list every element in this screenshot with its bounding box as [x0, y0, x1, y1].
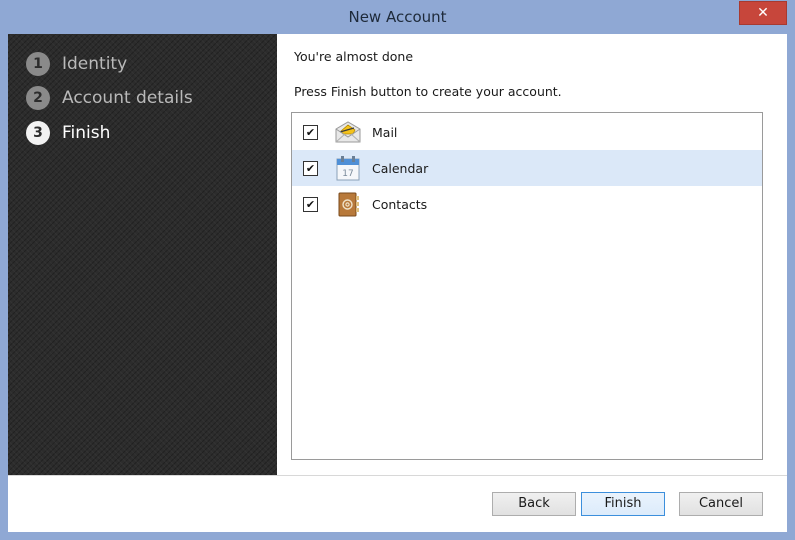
account-features-list[interactable]: ✔ Mail ✔ 17 Calendar ✔ Contacts	[291, 112, 763, 460]
title-bar: New Account	[0, 0, 795, 34]
contacts-icon	[334, 190, 362, 218]
step-label: Finish	[62, 123, 111, 143]
calendar-icon: 17	[334, 154, 362, 182]
calendar-day-text: 17	[342, 169, 353, 179]
step-account-details: 2 Account details	[26, 85, 193, 111]
step-identity: 1 Identity	[26, 51, 127, 77]
step-number: 1	[26, 52, 50, 76]
step-number: 2	[26, 86, 50, 110]
finish-button[interactable]: Finish	[581, 492, 665, 516]
dialog-client: 1 Identity 2 Account details 3 Finish Yo…	[8, 34, 787, 532]
contacts-checkbox[interactable]: ✔	[303, 196, 318, 212]
list-item-calendar[interactable]: ✔ 17 Calendar	[292, 150, 762, 186]
calendar-checkbox[interactable]: ✔	[303, 160, 318, 176]
window-title: New Account	[348, 8, 447, 26]
back-button[interactable]: Back	[492, 492, 576, 516]
list-item-contacts[interactable]: ✔ Contacts	[292, 186, 762, 222]
close-icon: ✕	[757, 5, 769, 21]
contacts-label: Contacts	[372, 196, 428, 212]
new-account-window: New Account ✕ 1 Identity 2 Account detai…	[0, 0, 795, 540]
step-label: Account details	[62, 88, 193, 108]
mail-label: Mail	[372, 124, 398, 140]
step-label: Identity	[62, 54, 128, 74]
cancel-button[interactable]: Cancel	[679, 492, 763, 516]
list-item-mail[interactable]: ✔ Mail	[292, 114, 762, 150]
mail-icon	[334, 118, 362, 146]
mail-checkbox[interactable]: ✔	[303, 124, 318, 140]
step-finish: 3 Finish	[26, 120, 110, 146]
step-number: 3	[26, 121, 50, 145]
instruction-text: Press Finish button to create your accou…	[294, 84, 562, 99]
calendar-label: Calendar	[372, 160, 429, 176]
wizard-steps-sidebar: 1 Identity 2 Account details 3 Finish	[8, 34, 277, 475]
button-bar: Back Finish Cancel	[8, 475, 787, 532]
main-panel: You're almost done Press Finish button t…	[277, 34, 787, 475]
close-button[interactable]: ✕	[739, 1, 787, 25]
page-heading: You're almost done	[294, 49, 414, 64]
